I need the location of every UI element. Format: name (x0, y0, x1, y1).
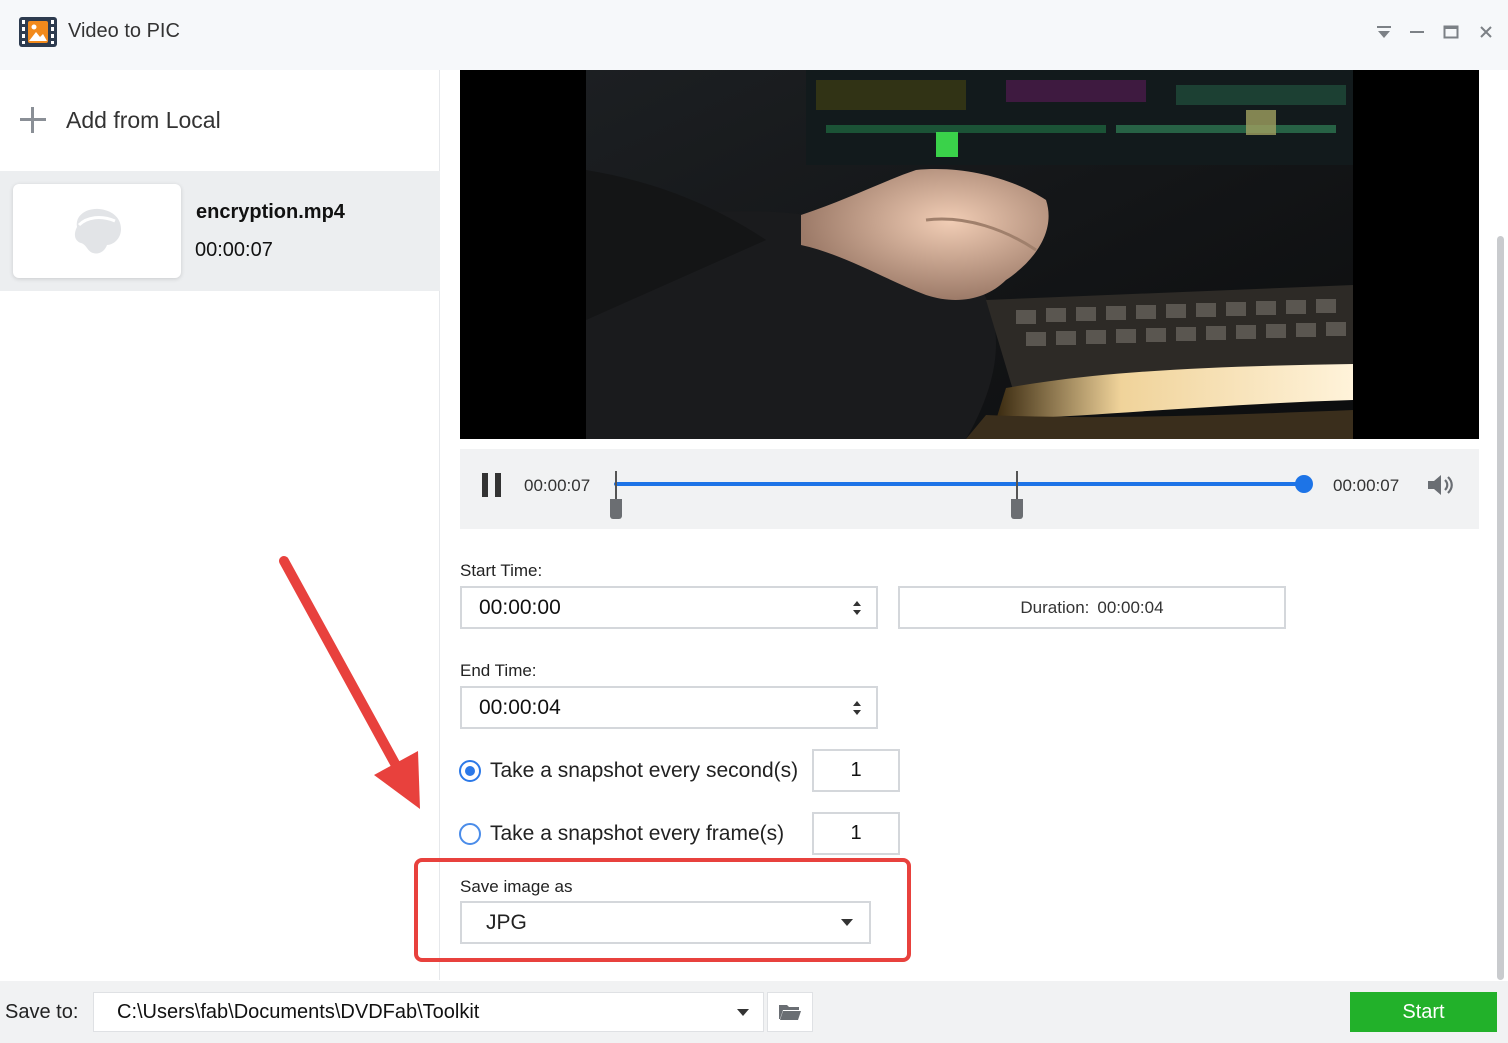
dropdown-icon[interactable] (1372, 20, 1396, 44)
total-time: 00:00:07 (1333, 476, 1400, 495)
placeholder-image-icon (74, 208, 121, 254)
radio-button-selected[interactable] (459, 760, 481, 782)
add-from-local-label: Add from Local (66, 106, 221, 133)
browse-folder-button[interactable] (767, 992, 813, 1032)
start-time-value: 00:00:00 (479, 596, 561, 619)
snapshot-frames-option[interactable]: Take a snapshot every frame(s) (459, 821, 784, 847)
snapshot-seconds-label: Take a snapshot every second(s) (490, 759, 799, 782)
current-time: 00:00:07 (524, 476, 591, 495)
end-time-input[interactable]: 00:00:04 (460, 686, 878, 729)
file-duration: 00:00:07 (195, 239, 273, 261)
start-time-label: Start Time: (460, 561, 543, 580)
close-icon[interactable] (1474, 20, 1498, 44)
playback-controls: 00:00:07 00:00:07 (460, 449, 1479, 529)
snapshot-seconds-option[interactable]: Take a snapshot every second(s) (459, 758, 798, 784)
snapshot-frames-input[interactable]: 1 (812, 812, 900, 855)
app-title: Video to PIC (68, 20, 180, 42)
start-time-input[interactable]: 00:00:00 (460, 586, 878, 629)
start-trim-handle[interactable] (610, 471, 622, 519)
list-item[interactable]: encryption.mp4 00:00:07 (0, 171, 440, 291)
save-path-select[interactable]: C:\Users\fab\Documents\DVDFab\Toolkit (93, 992, 764, 1032)
annotation-highlight-box (414, 858, 911, 962)
scrollbar[interactable] (1497, 236, 1504, 980)
volume-icon[interactable] (1426, 472, 1454, 498)
pause-button[interactable] (482, 473, 504, 497)
add-from-local-button[interactable]: Add from Local (18, 102, 221, 138)
plus-icon (18, 105, 48, 135)
snapshot-frames-label: Take a snapshot every frame(s) (490, 822, 785, 845)
save-to-label: Save to: (5, 1001, 79, 1023)
video-preview (460, 70, 1479, 439)
save-path-value: C:\Users\fab\Documents\DVDFab\Toolkit (117, 1001, 480, 1023)
file-name: encryption.mp4 (196, 201, 345, 223)
chevron-down-icon (737, 1009, 749, 1016)
title-bar: Video to PIC (0, 0, 1508, 70)
duration-label: Duration: (1020, 597, 1090, 617)
end-time-label: End Time: (460, 661, 537, 680)
snapshot-seconds-input[interactable]: 1 (812, 749, 900, 792)
playhead-knob[interactable] (1295, 475, 1313, 493)
duration-value: 00:00:04 (1097, 597, 1164, 617)
file-list-panel: Add from Local encryption.mp4 00:00:07 (0, 70, 440, 980)
spinner-icon[interactable] (852, 600, 862, 616)
folder-icon (779, 1005, 801, 1020)
spinner-icon[interactable] (852, 700, 862, 716)
end-time-value: 00:00:04 (479, 696, 561, 719)
maximize-icon[interactable] (1439, 20, 1463, 44)
video-thumbnail (13, 184, 181, 278)
radio-button-unselected[interactable] (459, 823, 481, 845)
bottom-bar: Save to: C:\Users\fab\Documents\DVDFab\T… (0, 981, 1508, 1043)
start-button[interactable]: Start (1350, 992, 1497, 1032)
annotation-arrow-icon (279, 556, 420, 809)
timeline-track[interactable] (614, 482, 1304, 486)
video-frame (586, 70, 1353, 439)
minimize-icon[interactable] (1405, 20, 1429, 44)
duration-display: Duration: 00:00:04 (898, 586, 1286, 629)
pause-icon (482, 473, 488, 497)
end-trim-handle[interactable] (1011, 471, 1023, 519)
film-photo-icon (18, 16, 58, 48)
